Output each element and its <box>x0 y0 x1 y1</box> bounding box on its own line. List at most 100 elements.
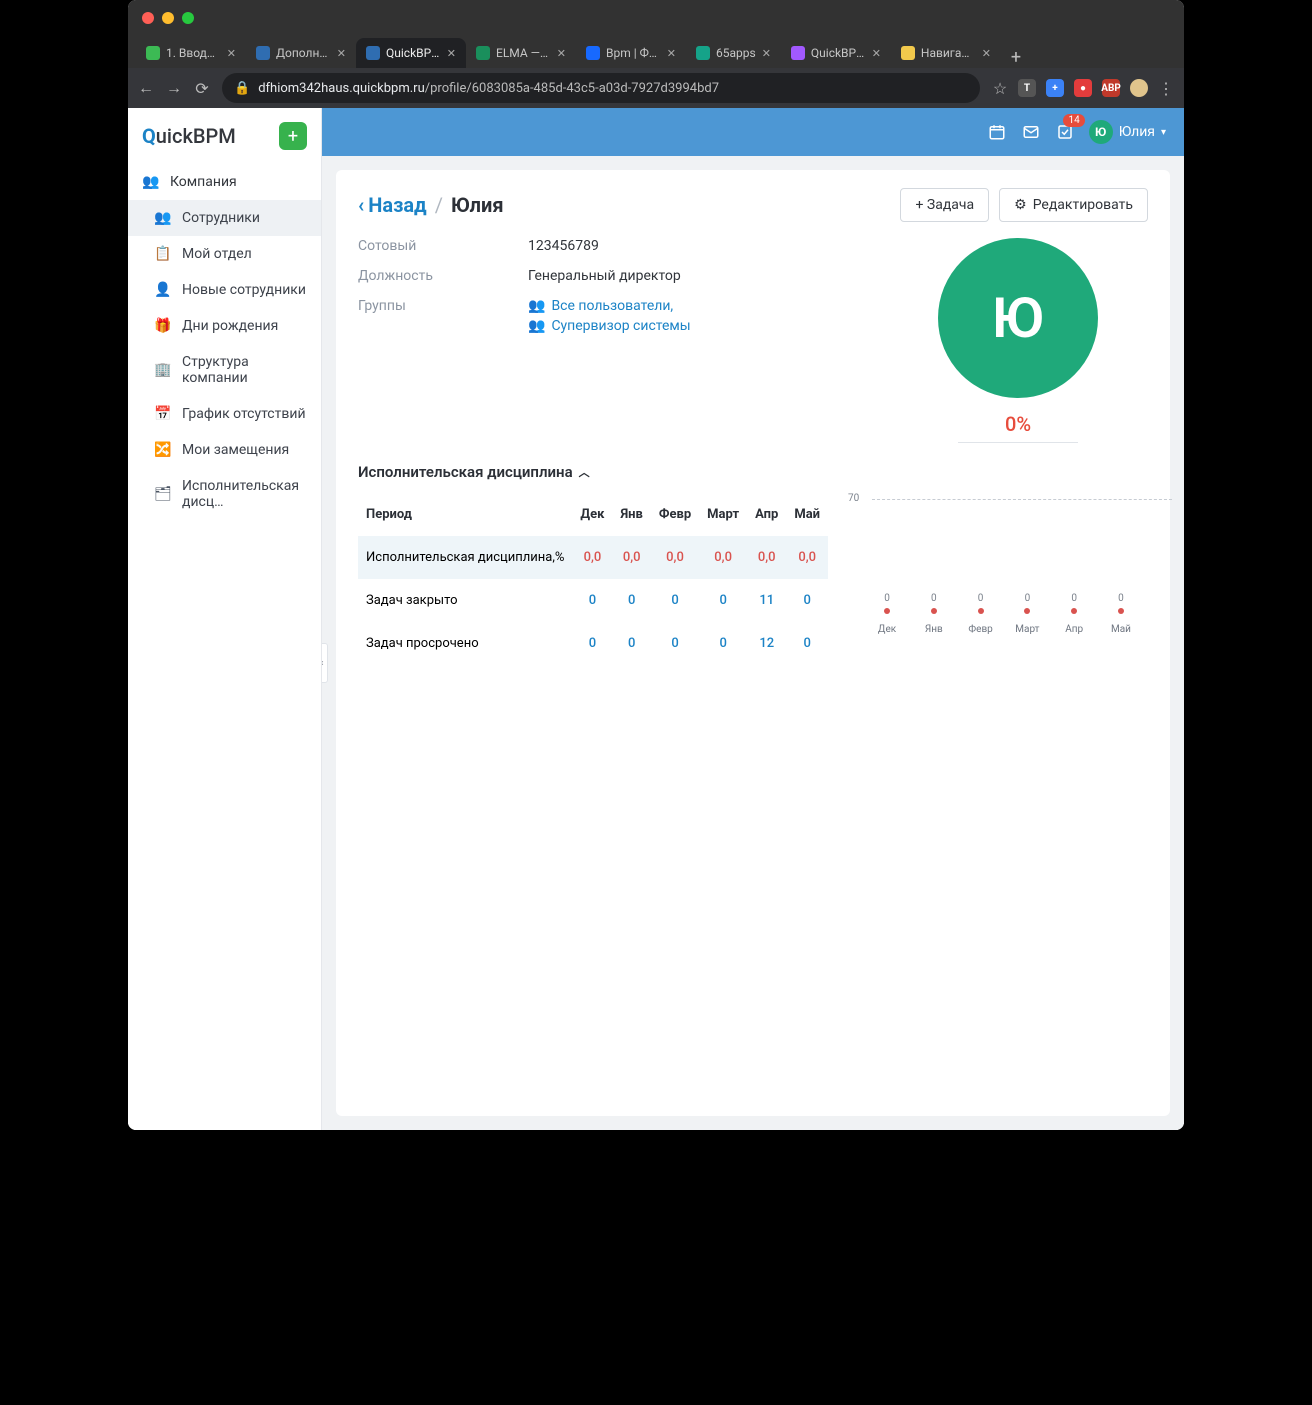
chevron-down-icon: ▾ <box>1161 127 1166 138</box>
content-area: ‹ ‹ Назад / Юлия + Задача <box>322 156 1184 1130</box>
tab-close-icon[interactable]: ✕ <box>337 47 346 60</box>
favicon-icon <box>366 46 380 60</box>
nav-back-icon[interactable]: ← <box>138 80 154 96</box>
nav-forward-icon[interactable]: → <box>166 80 182 96</box>
browser-tab[interactable]: ELMA — с…✕ <box>466 38 576 68</box>
edit-button[interactable]: ⚙ Редактировать <box>999 188 1148 222</box>
profile-body: Сотовый 123456789 Должность Генеральный … <box>358 238 1148 443</box>
chart-dot-icon <box>978 608 984 614</box>
browser-tab[interactable]: Bpm | Фот… ✕ <box>576 38 686 68</box>
chart-point: 0Февр <box>966 593 996 635</box>
group-link[interactable]: 👥Все пользователи, <box>528 298 691 314</box>
table-header-month: Март <box>699 493 747 536</box>
profile-info-col: Сотовый 123456789 Должность Генеральный … <box>358 238 878 443</box>
cell-value: 0,0 <box>699 536 747 579</box>
cell-value: 0,0 <box>572 536 612 579</box>
discipline-chart: 70 0Дек0Янв0Февр0Март0Апр0Май <box>848 493 1148 665</box>
discipline-title-label: Исполнительская дисциплина <box>358 463 573 481</box>
table-header-month: Янв <box>612 493 650 536</box>
sidebar-item[interactable]: 🏢Структура компании <box>128 344 321 396</box>
chart-point: 0Апр <box>1059 593 1089 635</box>
window-zoom-dot[interactable] <box>182 12 194 24</box>
chart-x-label: Дек <box>878 624 896 635</box>
omnibox[interactable]: 🔒 dfhiom342haus.quickbpm.ru /profile/608… <box>222 73 980 103</box>
chevron-up-icon: ︿ <box>579 464 590 480</box>
sidebar-group-company[interactable]: 👥 Компания <box>128 164 321 200</box>
tab-close-icon[interactable]: ✕ <box>667 47 676 60</box>
tab-label: Bpm | Фот… <box>606 46 661 60</box>
chart-point: 0Март <box>1012 593 1042 635</box>
sidebar-item-icon: 🏢 <box>154 362 172 378</box>
ext-rec-icon[interactable]: ● <box>1074 79 1092 97</box>
sidebar-item[interactable]: 📋Мой отдел <box>128 236 321 272</box>
tab-close-icon[interactable]: ✕ <box>557 47 566 60</box>
cell-value: 11 <box>747 579 786 622</box>
completion-pct: 0% <box>1005 412 1031 436</box>
sidebar-item[interactable]: 👤Новые сотрудники <box>128 272 321 308</box>
mac-titlebar <box>128 0 1184 36</box>
chart-point: 0Дек <box>872 593 902 635</box>
browser-tab[interactable]: 65apps✕ <box>686 38 781 68</box>
cell-value: 0 <box>651 579 699 622</box>
url-host: dfhiom342haus.quickbpm.ru <box>258 81 425 96</box>
tab-close-icon[interactable]: ✕ <box>447 47 456 60</box>
sidebar-item[interactable]: 🗂Исполнительская дисц… <box>128 468 321 520</box>
sidebar-collapse-handle[interactable]: ‹ <box>322 643 328 683</box>
back-link[interactable]: ‹ Назад <box>358 193 427 217</box>
sidebar-item-icon: 🔀 <box>154 442 172 458</box>
browser-tab[interactable]: Навигаци…✕ <box>891 38 1001 68</box>
sidebar-item[interactable]: 🔀Мои замещения <box>128 432 321 468</box>
cell-value: 0 <box>699 622 747 665</box>
tab-close-icon[interactable]: ✕ <box>982 47 991 60</box>
sidebar-item-icon: 🗂 <box>154 486 172 502</box>
browser-tab[interactable]: 1. Вводны… ✕ <box>136 38 246 68</box>
cell-value: 0,0 <box>612 536 650 579</box>
window-minimize-dot[interactable] <box>162 12 174 24</box>
nav-reload-icon[interactable]: ⟳ <box>194 80 210 96</box>
browser-tab[interactable]: QuickBPM✕ <box>356 38 466 68</box>
new-tab-button[interactable]: + <box>1001 47 1031 68</box>
mail-icon[interactable] <box>1021 122 1041 142</box>
position-label: Должность <box>358 268 528 284</box>
star-icon[interactable]: ☆ <box>992 80 1008 96</box>
browser-tab[interactable]: Дополнит…✕ <box>246 38 356 68</box>
ext-abp-icon[interactable]: ABP <box>1102 79 1120 97</box>
chart-point-value: 0 <box>931 593 937 604</box>
tab-close-icon[interactable]: ✕ <box>872 47 881 60</box>
notification-count-badge: 14 <box>1063 114 1084 127</box>
browser-tab[interactable]: QuickBPM…✕ <box>781 38 891 68</box>
group-link[interactable]: 👥Супервизор системы <box>528 318 691 334</box>
sidebar-item-label: Сотрудники <box>182 210 260 226</box>
add-task-button[interactable]: + Задача <box>900 188 989 222</box>
chart-x-label: Февр <box>968 624 992 635</box>
calendar-icon[interactable] <box>987 122 1007 142</box>
chart-x-label: Март <box>1015 624 1039 635</box>
row-label: Задач закрыто <box>358 579 572 622</box>
ext-translate-icon[interactable]: T <box>1018 79 1036 97</box>
discipline-section-toggle[interactable]: Исполнительская дисциплина ︿ <box>358 463 1148 481</box>
sidebar-item[interactable]: 📅График отсутствий <box>128 396 321 432</box>
global-add-button[interactable]: + <box>279 122 307 150</box>
tab-close-icon[interactable]: ✕ <box>227 47 236 60</box>
favicon-icon <box>696 46 710 60</box>
tab-label: 1. Вводны… <box>166 46 221 60</box>
inbox-icon[interactable]: 14 <box>1055 122 1075 142</box>
window-close-dot[interactable] <box>142 12 154 24</box>
info-row-position: Должность Генеральный директор <box>358 268 878 284</box>
kebab-menu-icon[interactable]: ⋮ <box>1158 80 1174 96</box>
ext-plus-icon[interactable]: + <box>1046 79 1064 97</box>
user-menu[interactable]: Ю Юлия ▾ <box>1089 120 1166 144</box>
chart-x-label: Май <box>1111 624 1131 635</box>
browser-tabstrip: 1. Вводны…✕Дополнит…✕QuickBPM✕ELMA — с…✕… <box>128 36 1184 68</box>
cell-value: 0 <box>612 622 650 665</box>
sidebar-item[interactable]: 🎁Дни рождения <box>128 308 321 344</box>
sidebar-item[interactable]: 👥 Сотрудники <box>128 200 321 236</box>
cell-value: 0 <box>651 622 699 665</box>
sidebar-item-icon: 👥 <box>154 210 172 226</box>
profile-avatar-icon[interactable] <box>1130 79 1148 97</box>
discipline-table: ПериодДекЯнвФеврМартАпрМайИсполнительска… <box>358 493 828 665</box>
tab-close-icon[interactable]: ✕ <box>762 47 771 60</box>
cell-value: 0 <box>786 622 828 665</box>
table-row: Исполнительская дисциплина,%0,00,00,00,0… <box>358 536 828 579</box>
app-logo[interactable]: QuickBPM <box>142 124 236 148</box>
